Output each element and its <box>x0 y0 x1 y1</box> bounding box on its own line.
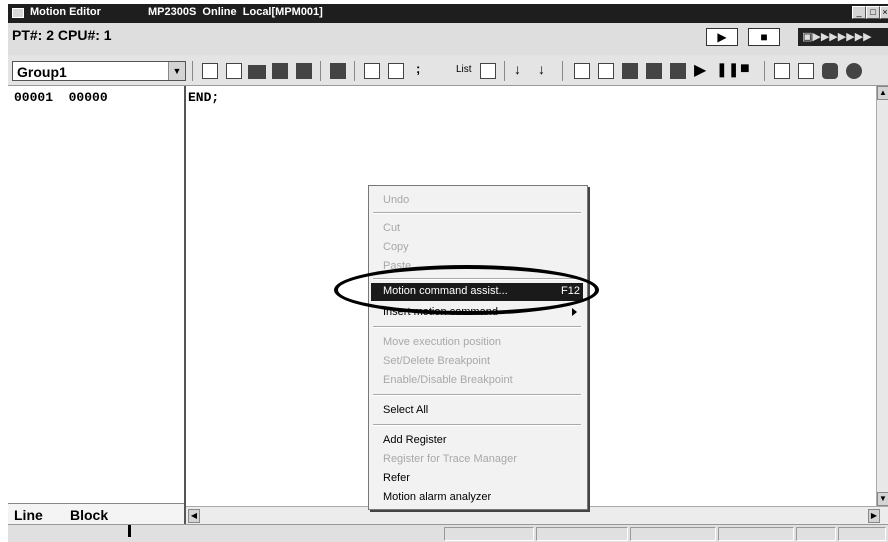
line-block-pane: 00001 00000 Line Block <box>8 86 186 524</box>
status-pane <box>838 527 886 541</box>
toolbar: Group1 ▼ ; List ↓ ↓ ▶ ❚❚ ■ <box>8 55 888 86</box>
program-text: END; <box>188 90 220 105</box>
comment-icon[interactable] <box>388 63 404 79</box>
stop-button[interactable]: ■ <box>748 28 780 46</box>
status-bar <box>8 524 888 542</box>
list-icon[interactable]: List <box>456 64 472 75</box>
toolbar-separator <box>192 61 193 81</box>
print-icon[interactable] <box>330 63 346 79</box>
menu-separator <box>373 424 581 426</box>
scroll-left-icon[interactable]: ◀ <box>188 509 200 523</box>
menu-item-copy: Copy <box>383 241 409 253</box>
register-icon[interactable] <box>774 63 790 79</box>
menu-item-add-register[interactable]: Add Register <box>383 434 447 446</box>
menu-item-register-trace: Register for Trace Manager <box>383 453 517 465</box>
window-title: Motion Editor <box>30 6 101 18</box>
save-icon[interactable] <box>272 63 288 79</box>
vertical-scrollbar[interactable]: ▲ ▼ <box>876 86 888 506</box>
disconnect-icon[interactable] <box>846 63 862 79</box>
cursor-icon[interactable] <box>622 63 638 79</box>
highlight-ellipse <box>334 265 599 315</box>
cursor-icon[interactable] <box>646 63 662 79</box>
group-dropdown[interactable]: Group1 ▼ <box>12 61 186 81</box>
menu-separator <box>373 212 581 214</box>
menu-item-enable-disable-breakpoint: Enable/Disable Breakpoint <box>383 374 513 386</box>
pt-cpu-label: PT#: 2 CPU#: 1 <box>12 27 112 43</box>
submenu-arrow-icon <box>572 308 577 316</box>
tab-block[interactable]: Block <box>70 507 108 523</box>
app-icon <box>12 8 24 18</box>
toolbar-separator <box>504 61 505 81</box>
progress-indicator: ▣▶▶▶▶▶▶▶ <box>798 28 888 46</box>
scroll-down-icon[interactable]: ▼ <box>877 492 888 506</box>
menu-item-refer[interactable]: Refer <box>383 472 410 484</box>
status-pane <box>718 527 794 541</box>
toolbar-separator <box>562 61 563 81</box>
menu-item-undo: Undo <box>383 194 410 206</box>
chevron-down-icon[interactable]: ▼ <box>168 62 185 80</box>
trace-icon[interactable] <box>798 63 814 79</box>
scroll-right-icon[interactable]: ▶ <box>868 509 880 523</box>
status-pane <box>630 527 716 541</box>
group-dropdown-value: Group1 <box>17 64 67 80</box>
down-arrow-icon[interactable]: ↓ <box>538 61 545 77</box>
menu-item-set-delete-breakpoint: Set/Delete Breakpoint <box>383 355 491 367</box>
block-number: 00000 <box>68 90 108 105</box>
status-row: PT#: 2 CPU#: 1 ▶ ■ ▣▶▶▶▶▶▶▶ <box>8 23 888 56</box>
toolbar-separator <box>764 61 765 81</box>
run-button[interactable]: ▶ <box>706 28 738 46</box>
open-folder-icon[interactable] <box>248 65 266 79</box>
menu-item-cut: Cut <box>383 222 401 234</box>
new-file-icon[interactable] <box>202 63 218 79</box>
title-bar: Motion Editor MP2300S Online Local[MPM00… <box>8 4 888 23</box>
tab-line[interactable]: Line <box>14 507 43 523</box>
line-number-row: 00001 00000 <box>14 90 108 105</box>
window-icon[interactable] <box>574 63 590 79</box>
status-pane <box>536 527 628 541</box>
line-number: 00001 <box>14 90 54 105</box>
status-pane <box>444 527 534 541</box>
pause-icon[interactable]: ❚❚ <box>716 61 739 78</box>
toolbar-separator <box>320 61 321 81</box>
minimize-button[interactable]: _ <box>852 6 866 19</box>
context-menu: Undo Cut Copy Paste Motion command assis… <box>368 185 588 510</box>
toolbar-separator <box>354 61 355 81</box>
maximize-button[interactable]: □ <box>866 6 880 19</box>
menu-item-select-all[interactable]: Select All <box>383 404 428 416</box>
save-all-icon[interactable] <box>296 63 312 79</box>
status-pane <box>796 527 836 541</box>
connection-info: MP2300S Online Local[MPM001] <box>148 6 323 18</box>
compile-icon[interactable] <box>364 63 380 79</box>
table-icon[interactable] <box>480 63 496 79</box>
cursor-icon[interactable] <box>670 63 686 79</box>
window-icon[interactable] <box>598 63 614 79</box>
status-cursor-mark <box>128 525 131 537</box>
semicolon-icon[interactable]: ; <box>416 61 420 76</box>
scroll-up-icon[interactable]: ▲ <box>877 86 888 100</box>
pane-tabs: Line Block <box>8 503 184 524</box>
step-icon[interactable]: ↓ <box>514 61 521 77</box>
connect-icon[interactable] <box>822 63 838 79</box>
run-icon[interactable]: ▶ <box>694 60 706 80</box>
menu-separator <box>373 326 581 328</box>
stop-icon[interactable]: ■ <box>740 60 750 78</box>
menu-separator <box>373 394 581 396</box>
close-button[interactable]: × <box>880 6 888 19</box>
menu-item-motion-alarm-analyzer[interactable]: Motion alarm analyzer <box>383 491 491 503</box>
menu-item-move-execution-position: Move execution position <box>383 336 502 348</box>
copy-icon[interactable] <box>226 63 242 79</box>
